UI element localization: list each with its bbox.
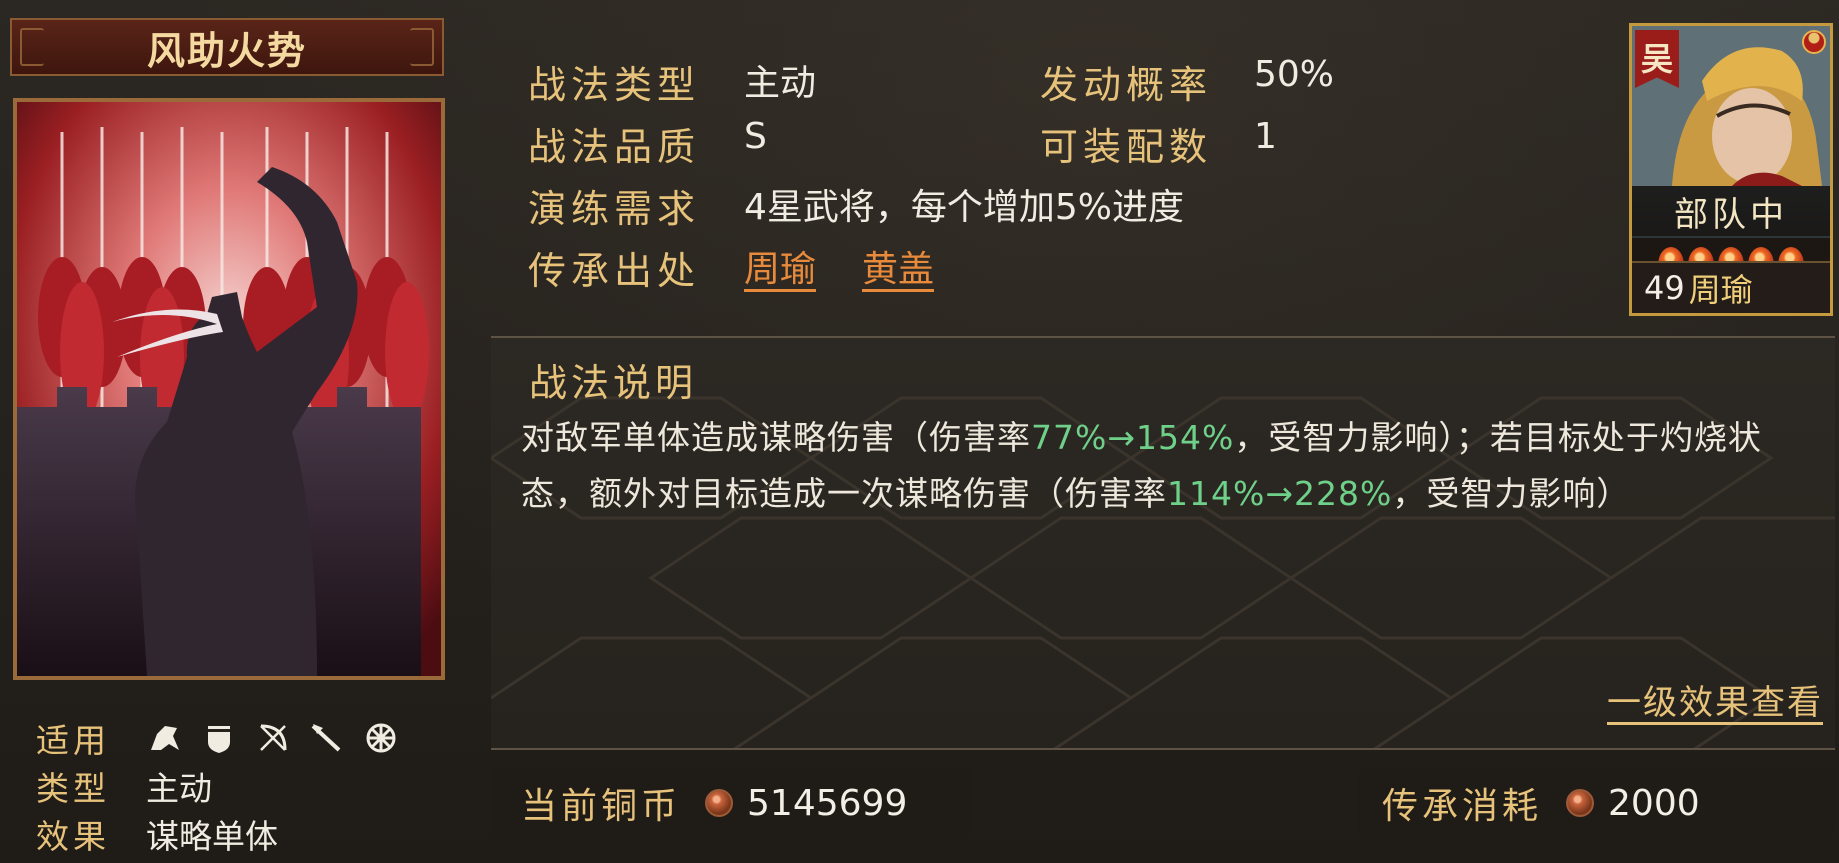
hero-position: 部队中 xyxy=(1632,186,1830,236)
description-part-1: 对敌军单体造成谋略伤害（伤害率 xyxy=(521,418,1031,457)
description-text: 对敌军单体造成谋略伤害（伤害率77%→154%，受智力影响）；若目标处于灼烧状态… xyxy=(521,410,1811,522)
description-panel: 战法说明 对敌军单体造成谋略伤害（伤害率77%→154%，受智力影响）；若目标处… xyxy=(491,336,1835,750)
skill-name: 风助火势 xyxy=(146,28,307,73)
tactic-type-value: 主动 xyxy=(744,63,817,104)
type-label: 类型 xyxy=(36,769,110,808)
quality-value: S xyxy=(744,116,767,157)
type-row: 类型 主动 xyxy=(36,762,212,810)
effect-label: 效果 xyxy=(36,817,110,856)
hero-name: 周瑜 xyxy=(1688,271,1753,309)
applicable-row: 适用 xyxy=(36,714,400,762)
inherit-label: 传承出处 xyxy=(528,249,701,293)
description-part-3: ，受智力影响） xyxy=(1392,474,1631,513)
siege-icon xyxy=(362,719,400,757)
inherit-cost-value: 2000 xyxy=(1608,782,1700,824)
effect-value: 谋略单体 xyxy=(146,817,278,856)
copper-coin-icon xyxy=(705,789,734,817)
current-coins-value: 5145699 xyxy=(747,782,908,824)
current-coins-label: 当前铜币 xyxy=(521,786,682,827)
equip-count-value: 1 xyxy=(1254,116,1277,157)
hero-level: 49 xyxy=(1644,269,1685,307)
damage-rate-2: 114%→228% xyxy=(1167,474,1393,513)
inherit-cost-box: 传承消耗 2000 xyxy=(1358,769,1835,837)
description-title: 战法说明 xyxy=(529,361,698,405)
skill-title-plate: 风助火势 xyxy=(10,18,444,76)
hero-level-bar: 49 周瑜 xyxy=(1632,261,1830,313)
taiji-icon xyxy=(1802,30,1826,54)
level-one-effect-link[interactable]: 一级效果查看 xyxy=(1607,675,1823,724)
tactic-type-label: 战法类型 xyxy=(528,63,701,107)
trigger-rate-value: 50% xyxy=(1254,54,1335,95)
current-coins-box: 当前铜币 5145699 xyxy=(491,769,971,837)
equip-count-label: 可装配数 xyxy=(1040,125,1213,169)
skill-card-art xyxy=(13,98,445,680)
damage-rate-1: 77%→154% xyxy=(1031,418,1235,457)
inherit-source-link-2[interactable]: 黄盖 xyxy=(862,240,934,292)
spear-icon xyxy=(308,719,346,757)
cavalry-icon xyxy=(146,719,184,757)
bow-icon xyxy=(254,719,292,757)
skill-illustration xyxy=(17,102,441,676)
effect-row: 效果 谋略单体 xyxy=(36,810,278,858)
training-value: 4星武将，每个增加5%进度 xyxy=(744,187,1185,228)
inherit-source-link-1[interactable]: 周瑜 xyxy=(744,240,816,292)
training-label: 演练需求 xyxy=(528,187,701,231)
applicable-label: 适用 xyxy=(36,721,110,760)
trigger-rate-label: 发动概率 xyxy=(1040,63,1213,107)
copper-coin-icon xyxy=(1566,789,1595,817)
shield-icon xyxy=(200,719,238,757)
hero-portrait-card[interactable]: 吴 部队中 49 周瑜 xyxy=(1629,23,1833,316)
type-value: 主动 xyxy=(146,769,212,808)
inherit-cost-label: 传承消耗 xyxy=(1382,786,1543,827)
quality-label: 战法品质 xyxy=(528,125,701,169)
